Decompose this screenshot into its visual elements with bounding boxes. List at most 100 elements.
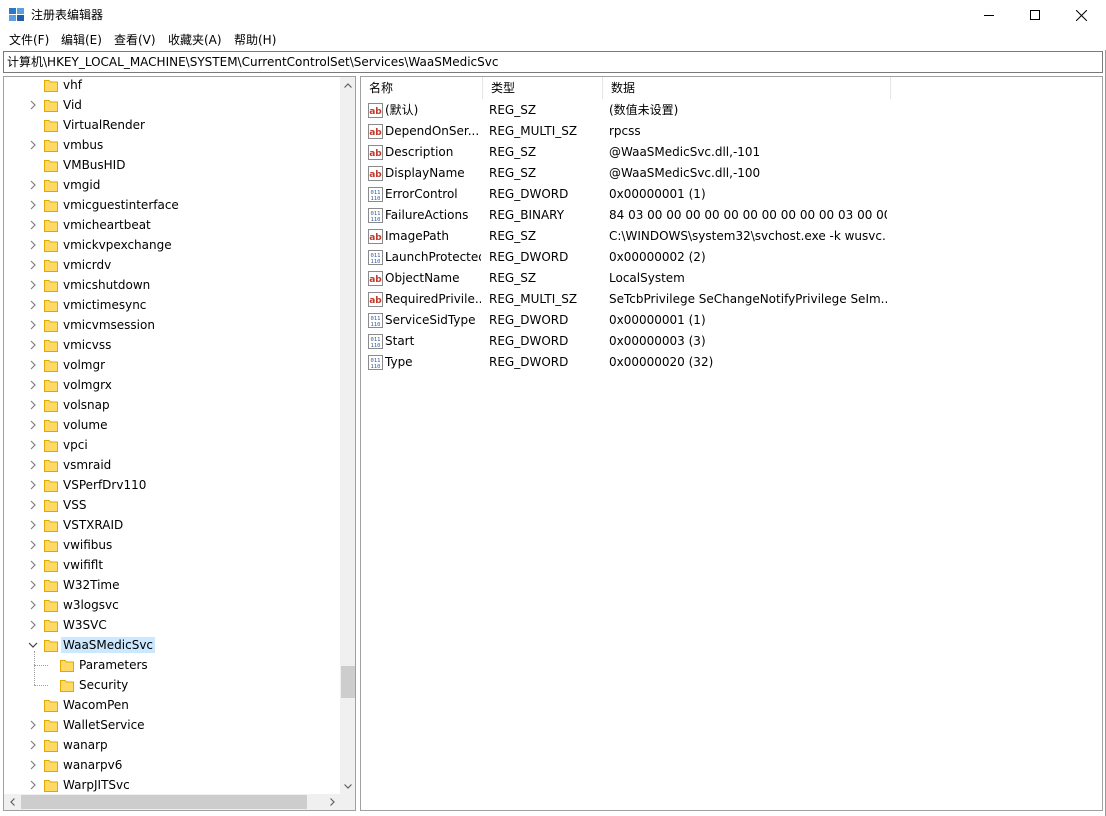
- chevron-right-icon[interactable]: [28, 559, 38, 571]
- chevron-right-icon[interactable]: [28, 239, 38, 251]
- chevron-right-icon[interactable]: [28, 719, 38, 731]
- tree-item[interactable]: WalletService: [4, 715, 340, 735]
- tree-item[interactable]: Parameters: [4, 655, 340, 675]
- value-row[interactable]: ab DisplayName REG_SZ @WaaSMedicSvc.dll,-10…: [361, 163, 1102, 184]
- menu-help[interactable]: 帮助(H): [234, 32, 276, 49]
- scroll-right-button[interactable]: [324, 794, 340, 810]
- address-bar[interactable]: 计算机\HKEY_LOCAL_MACHINE\SYSTEM\CurrentCon…: [3, 51, 1103, 73]
- title-bar[interactable]: 注册表编辑器: [0, 0, 1106, 30]
- chevron-right-icon[interactable]: [28, 579, 38, 591]
- tree-item[interactable]: wanarp: [4, 735, 340, 755]
- menu-file[interactable]: 文件(F): [9, 32, 49, 49]
- chevron-right-icon[interactable]: [28, 479, 38, 491]
- tree-item[interactable]: volmgrx: [4, 375, 340, 395]
- tree-item[interactable]: vmbus: [4, 135, 340, 155]
- value-row[interactable]: ab ImagePath REG_SZ C:\WINDOWS\system32\svc…: [361, 226, 1102, 247]
- tree-item[interactable]: VirtualRender: [4, 115, 340, 135]
- value-row[interactable]: 011 110 Start REG_DWORD 0x00000003 (3): [361, 331, 1102, 352]
- chevron-right-icon[interactable]: [28, 259, 38, 271]
- address-path[interactable]: 计算机\HKEY_LOCAL_MACHINE\SYSTEM\CurrentCon…: [7, 55, 498, 69]
- chevron-right-icon[interactable]: [28, 199, 38, 211]
- chevron-right-icon[interactable]: [28, 179, 38, 191]
- tree-item[interactable]: VSTXRAID: [4, 515, 340, 535]
- menu-view[interactable]: 查看(V): [114, 32, 156, 49]
- chevron-right-icon[interactable]: [28, 499, 38, 511]
- chevron-right-icon[interactable]: [28, 379, 38, 391]
- tree-item[interactable]: w3logsvc: [4, 595, 340, 615]
- tree-item[interactable]: vhf: [4, 77, 340, 95]
- value-row[interactable]: 011 110 LaunchProtected REG_DWORD 0x00000002…: [361, 247, 1102, 268]
- chevron-right-icon[interactable]: [28, 619, 38, 631]
- value-row[interactable]: 011 110 ErrorControl REG_DWORD 0x00000001 (1…: [361, 184, 1102, 205]
- tree-item[interactable]: volsnap: [4, 395, 340, 415]
- scroll-down-button[interactable]: [340, 778, 355, 794]
- chevron-right-icon[interactable]: [28, 319, 38, 331]
- menu-edit[interactable]: 编辑(E): [61, 32, 102, 49]
- chevron-right-icon[interactable]: [28, 779, 38, 791]
- tree-item[interactable]: WarpJITSvc: [4, 775, 340, 795]
- chevron-right-icon[interactable]: [28, 599, 38, 611]
- value-row[interactable]: ab RequiredPrivile... REG_MULTI_SZ SeTcbPri…: [361, 289, 1102, 310]
- column-header-name[interactable]: 名称: [361, 77, 483, 99]
- tree-item[interactable]: WacomPen: [4, 695, 340, 715]
- tree-item[interactable]: vmicguestinterface: [4, 195, 340, 215]
- tree-item[interactable]: VSS: [4, 495, 340, 515]
- tree-horizontal-scrollbar[interactable]: [4, 794, 340, 810]
- chevron-down-icon[interactable]: [28, 639, 38, 651]
- tree-vertical-scrollbar[interactable]: [340, 77, 355, 794]
- tree-item[interactable]: vmictimesync: [4, 295, 340, 315]
- tree-item[interactable]: vwififlt: [4, 555, 340, 575]
- chevron-right-icon[interactable]: [28, 399, 38, 411]
- tree-horizontal-scroll-thumb[interactable]: [21, 795, 307, 809]
- tree-item[interactable]: vmickvpexchange: [4, 235, 340, 255]
- chevron-right-icon[interactable]: [28, 459, 38, 471]
- close-button[interactable]: [1058, 0, 1104, 30]
- tree-item[interactable]: vwifibus: [4, 535, 340, 555]
- chevron-right-icon[interactable]: [28, 739, 38, 751]
- chevron-right-icon[interactable]: [28, 359, 38, 371]
- chevron-right-icon[interactable]: [28, 279, 38, 291]
- chevron-right-icon[interactable]: [28, 139, 38, 151]
- tree-vertical-scroll-thumb[interactable]: [341, 666, 355, 698]
- scroll-left-button[interactable]: [4, 794, 20, 810]
- chevron-right-icon[interactable]: [28, 439, 38, 451]
- chevron-right-icon[interactable]: [28, 539, 38, 551]
- tree-item[interactable]: W3SVC: [4, 615, 340, 635]
- minimize-button[interactable]: [966, 0, 1012, 30]
- tree-item[interactable]: vsmraid: [4, 455, 340, 475]
- value-row[interactable]: ab Description REG_SZ @WaaSMedicSvc.dll,-10…: [361, 142, 1102, 163]
- chevron-right-icon[interactable]: [28, 519, 38, 531]
- tree-item[interactable]: vmgid: [4, 175, 340, 195]
- tree-item[interactable]: volmgr: [4, 355, 340, 375]
- scroll-up-button[interactable]: [340, 77, 355, 93]
- tree-item[interactable]: vmicvss: [4, 335, 340, 355]
- maximize-button[interactable]: [1012, 0, 1058, 30]
- chevron-right-icon[interactable]: [28, 219, 38, 231]
- tree-item[interactable]: volume: [4, 415, 340, 435]
- tree-item[interactable]: VMBusHID: [4, 155, 340, 175]
- tree-item[interactable]: W32Time: [4, 575, 340, 595]
- column-header-type[interactable]: 类型: [483, 77, 603, 99]
- tree-item[interactable]: vmicrdv: [4, 255, 340, 275]
- chevron-right-icon[interactable]: [28, 419, 38, 431]
- column-header-data[interactable]: 数据: [603, 77, 891, 99]
- tree-item[interactable]: wanarpv6: [4, 755, 340, 775]
- tree-item[interactable]: vpci: [4, 435, 340, 455]
- tree-item[interactable]: WaaSMedicSvc: [4, 635, 340, 655]
- chevron-right-icon[interactable]: [28, 299, 38, 311]
- chevron-right-icon[interactable]: [28, 339, 38, 351]
- value-row[interactable]: 011 110 FailureActions REG_BINARY 84 03 00 0…: [361, 205, 1102, 226]
- value-row[interactable]: 011 110 Type REG_DWORD 0x00000020 (32): [361, 352, 1102, 373]
- value-row[interactable]: 011 110 ServiceSidType REG_DWORD 0x00000001 …: [361, 310, 1102, 331]
- tree-item[interactable]: vmicheartbeat: [4, 215, 340, 235]
- tree-item[interactable]: Security: [4, 675, 340, 695]
- chevron-right-icon[interactable]: [28, 759, 38, 771]
- value-row[interactable]: ab (默认) REG_SZ (数值未设置): [361, 100, 1102, 121]
- menu-favorites[interactable]: 收藏夹(A): [168, 32, 222, 49]
- tree-item[interactable]: Vid: [4, 95, 340, 115]
- value-row[interactable]: ab DependOnSer... REG_MULTI_SZ rpcss: [361, 121, 1102, 142]
- tree-item[interactable]: vmicshutdown: [4, 275, 340, 295]
- chevron-right-icon[interactable]: [28, 99, 38, 111]
- tree-item[interactable]: vmicvmsession: [4, 315, 340, 335]
- value-row[interactable]: ab ObjectName REG_SZ LocalSystem: [361, 268, 1102, 289]
